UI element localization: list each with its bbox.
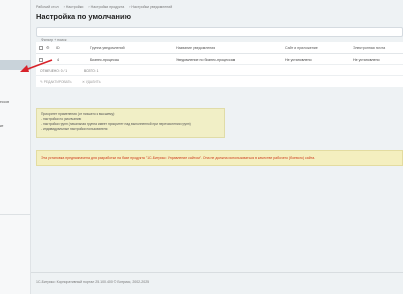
red-arrow-annotation (20, 59, 53, 72)
arrow-shaft (24, 59, 53, 71)
arrow-head (20, 65, 29, 72)
